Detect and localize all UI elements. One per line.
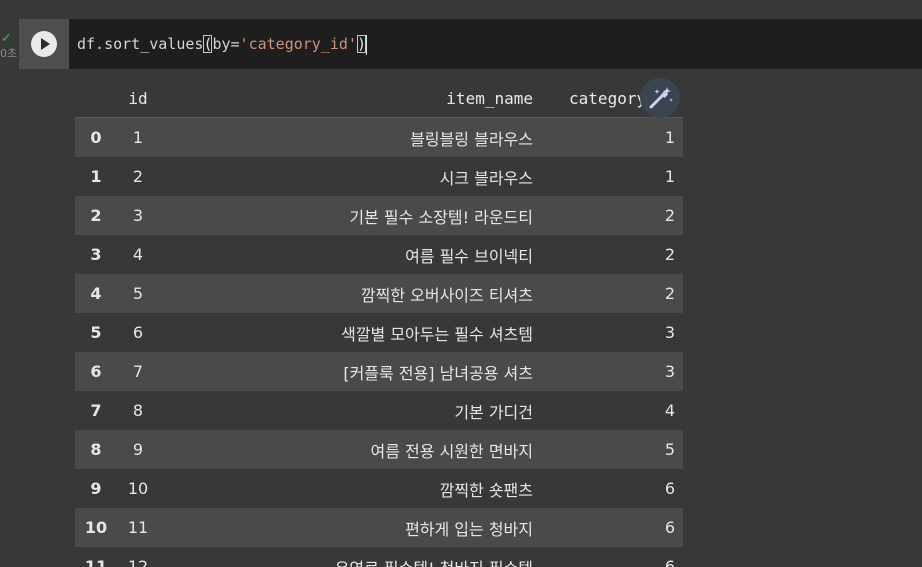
magic-wand-icon bbox=[649, 87, 673, 109]
table-row: 10 11 편하게 입는 청바지 6 bbox=[75, 508, 683, 547]
table-row: 5 6 색깔별 모아두는 필수 셔츠템 3 bbox=[75, 313, 683, 352]
cell-id: 4 bbox=[132, 245, 144, 264]
text-cursor bbox=[366, 34, 367, 55]
execution-time: 0초 bbox=[0, 47, 18, 60]
column-header-id: id bbox=[117, 79, 159, 118]
cell-item-name: [커플룩 전용] 남녀공용 셔츠 bbox=[343, 363, 533, 383]
cell-item-name: 깜찍한 숏팬츠 bbox=[439, 480, 533, 500]
table-row: 8 9 여름 전용 시원한 면바지 5 bbox=[75, 430, 683, 469]
cell-category-id: 2 bbox=[664, 284, 675, 303]
table-row: 0 1 블링블링 블라우스 1 bbox=[75, 117, 683, 157]
cell-category-id: 5 bbox=[664, 440, 675, 459]
row-index: 3 bbox=[90, 245, 102, 264]
cell-category-id: 3 bbox=[664, 323, 675, 342]
row-index: 7 bbox=[90, 401, 102, 420]
cell-id: 8 bbox=[132, 401, 144, 420]
table-row: 4 5 깜찍한 오버사이즈 티셔츠 2 bbox=[75, 274, 683, 313]
cell-item-name: 우연로 필수템! 청바지 필수템 bbox=[159, 547, 541, 567]
code-line[interactable]: df.sort_values(by='category_id') bbox=[77, 33, 367, 55]
cell-id: 9 bbox=[132, 440, 144, 459]
cell-category-id: 2 bbox=[664, 206, 675, 225]
code-cell: df.sort_values(by='category_id') id item… bbox=[19, 19, 922, 567]
cell-category-id: 6 bbox=[664, 557, 675, 567]
play-icon bbox=[41, 38, 50, 50]
cell-id: 11 bbox=[127, 518, 149, 537]
table-body: 0 1 블링블링 블라우스 1 1 2 시크 블라우스 1 2 3 기본 필수 소장템! 라운드티 2… bbox=[75, 117, 683, 567]
cell-output: id item_name category_id 0 1 블링블링 블라우스 1 1 2 시… bbox=[19, 69, 922, 567]
row-index: 9 bbox=[90, 479, 102, 498]
cell-id: 12 bbox=[127, 557, 149, 567]
row-index: 4 bbox=[90, 284, 102, 303]
row-index: 2 bbox=[90, 206, 102, 225]
table-row: 9 10 깜찍한 숏팬츠 6 bbox=[75, 469, 683, 508]
column-header-index bbox=[75, 79, 117, 118]
cell-category-id: 4 bbox=[664, 401, 675, 420]
row-index: 0 bbox=[90, 128, 102, 147]
cell-category-id: 6 bbox=[664, 518, 675, 537]
cell-id: 5 bbox=[132, 284, 144, 303]
cell-category-id: 6 bbox=[664, 479, 675, 498]
row-index: 1 bbox=[90, 167, 102, 186]
cell-category-id: 1 bbox=[664, 167, 675, 186]
table-row: 6 7 [커플룩 전용] 남녀공용 셔츠 3 bbox=[75, 352, 683, 391]
column-header-item-name: item_name bbox=[159, 79, 541, 118]
code-editor[interactable]: df.sort_values(by='category_id') bbox=[69, 19, 922, 69]
code-string: 'category_id' bbox=[239, 35, 357, 53]
cell-id: 2 bbox=[132, 167, 144, 186]
cell-id: 7 bbox=[132, 362, 144, 381]
run-area bbox=[19, 19, 69, 69]
table-header-row: id item_name category_id bbox=[75, 79, 683, 118]
cell-id: 3 bbox=[132, 206, 144, 225]
table-row: 11 12 우연로 필수템! 청바지 필수템 6 bbox=[75, 547, 683, 567]
cell-id: 6 bbox=[132, 323, 144, 342]
table-row: 2 3 기본 필수 소장템! 라운드티 2 bbox=[75, 196, 683, 235]
table-row: 7 8 기본 가디건 4 bbox=[75, 391, 683, 430]
row-index: 6 bbox=[90, 362, 102, 381]
row-index: 11 bbox=[84, 557, 108, 567]
cell-item-name: 깜찍한 오버사이즈 티셔츠 bbox=[360, 285, 533, 305]
cell-item-name: 블링블링 블라우스 bbox=[410, 129, 533, 149]
code-keyword-arg: by= bbox=[212, 35, 240, 53]
row-index: 5 bbox=[90, 323, 102, 342]
execution-status: ✓ 0초 bbox=[0, 32, 18, 68]
cell-item-name: 기본 필수 소장템! 라운드티 bbox=[349, 207, 533, 227]
dataframe-table: id item_name category_id 0 1 블링블링 블라우스 1 1 2 시… bbox=[75, 79, 683, 567]
cell-id: 10 bbox=[127, 479, 149, 498]
cell-item-name: 여름 전용 시원한 면바지 bbox=[370, 441, 533, 461]
table-row: 1 2 시크 블라우스 1 bbox=[75, 157, 683, 196]
cell-item-name: 시크 블라우스 bbox=[439, 168, 533, 188]
cell-item-name: 여름 필수 브이넥티 bbox=[405, 246, 533, 266]
code-close-paren: ) bbox=[356, 35, 366, 53]
suggest-charts-button[interactable] bbox=[640, 78, 680, 118]
notebook-page: ✓ 0초 df.sort_values(by='category_id') id… bbox=[0, 0, 922, 567]
cell-id: 1 bbox=[132, 128, 144, 147]
row-index: 10 bbox=[84, 518, 108, 537]
code-function: df.sort_values bbox=[77, 35, 204, 53]
cell-category-id: 3 bbox=[664, 362, 675, 381]
cell-category-id: 1 bbox=[664, 128, 675, 147]
row-index: 8 bbox=[90, 440, 102, 459]
check-icon: ✓ bbox=[1, 31, 12, 46]
cell-item-name: 편하게 입는 청바지 bbox=[405, 519, 533, 539]
cell-category-id: 2 bbox=[664, 245, 675, 264]
cell-item-name: 기본 가디건 bbox=[454, 402, 533, 422]
run-cell-button[interactable] bbox=[31, 31, 57, 57]
cell-item-name: 색깔별 모아두는 필수 셔츠템 bbox=[341, 324, 533, 344]
table-row: 3 4 여름 필수 브이넥티 2 bbox=[75, 235, 683, 274]
